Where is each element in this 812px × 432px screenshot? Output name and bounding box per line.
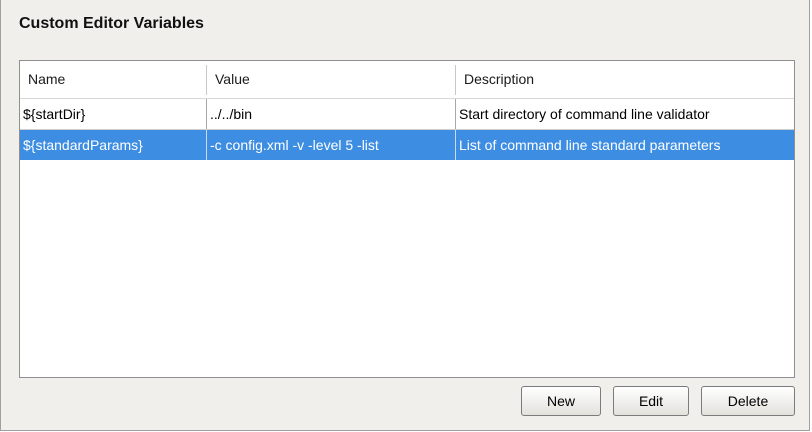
delete-button[interactable]: Delete: [701, 386, 795, 416]
new-button[interactable]: New: [521, 386, 601, 416]
cell-name: ${standardParams}: [23, 137, 143, 153]
panel-title: Custom Editor Variables: [19, 15, 204, 32]
table-row[interactable]: ${startDir} ../../bin Start directory of…: [20, 99, 794, 129]
column-header-description[interactable]: Description: [456, 61, 794, 98]
cell-description: List of command line standard parameters: [459, 137, 721, 153]
variables-table[interactable]: Name Value Description ${startDir} ../..…: [19, 60, 795, 378]
cell-value: -c config.xml -v -level 5 -list: [210, 137, 379, 153]
table-row-selected[interactable]: ${standardParams} -c config.xml -v -leve…: [20, 130, 794, 160]
cell-name: ${startDir}: [23, 106, 86, 122]
column-header-name[interactable]: Name: [20, 61, 206, 98]
column-header-value[interactable]: Value: [207, 61, 455, 98]
edit-button[interactable]: Edit: [613, 386, 689, 416]
cell-value: ../../bin: [210, 106, 253, 122]
table-header: Name Value Description: [20, 61, 794, 99]
custom-editor-variables-panel: Custom Editor Variables Name Value Descr…: [0, 0, 810, 431]
cell-description: Start directory of command line validato…: [459, 106, 710, 122]
